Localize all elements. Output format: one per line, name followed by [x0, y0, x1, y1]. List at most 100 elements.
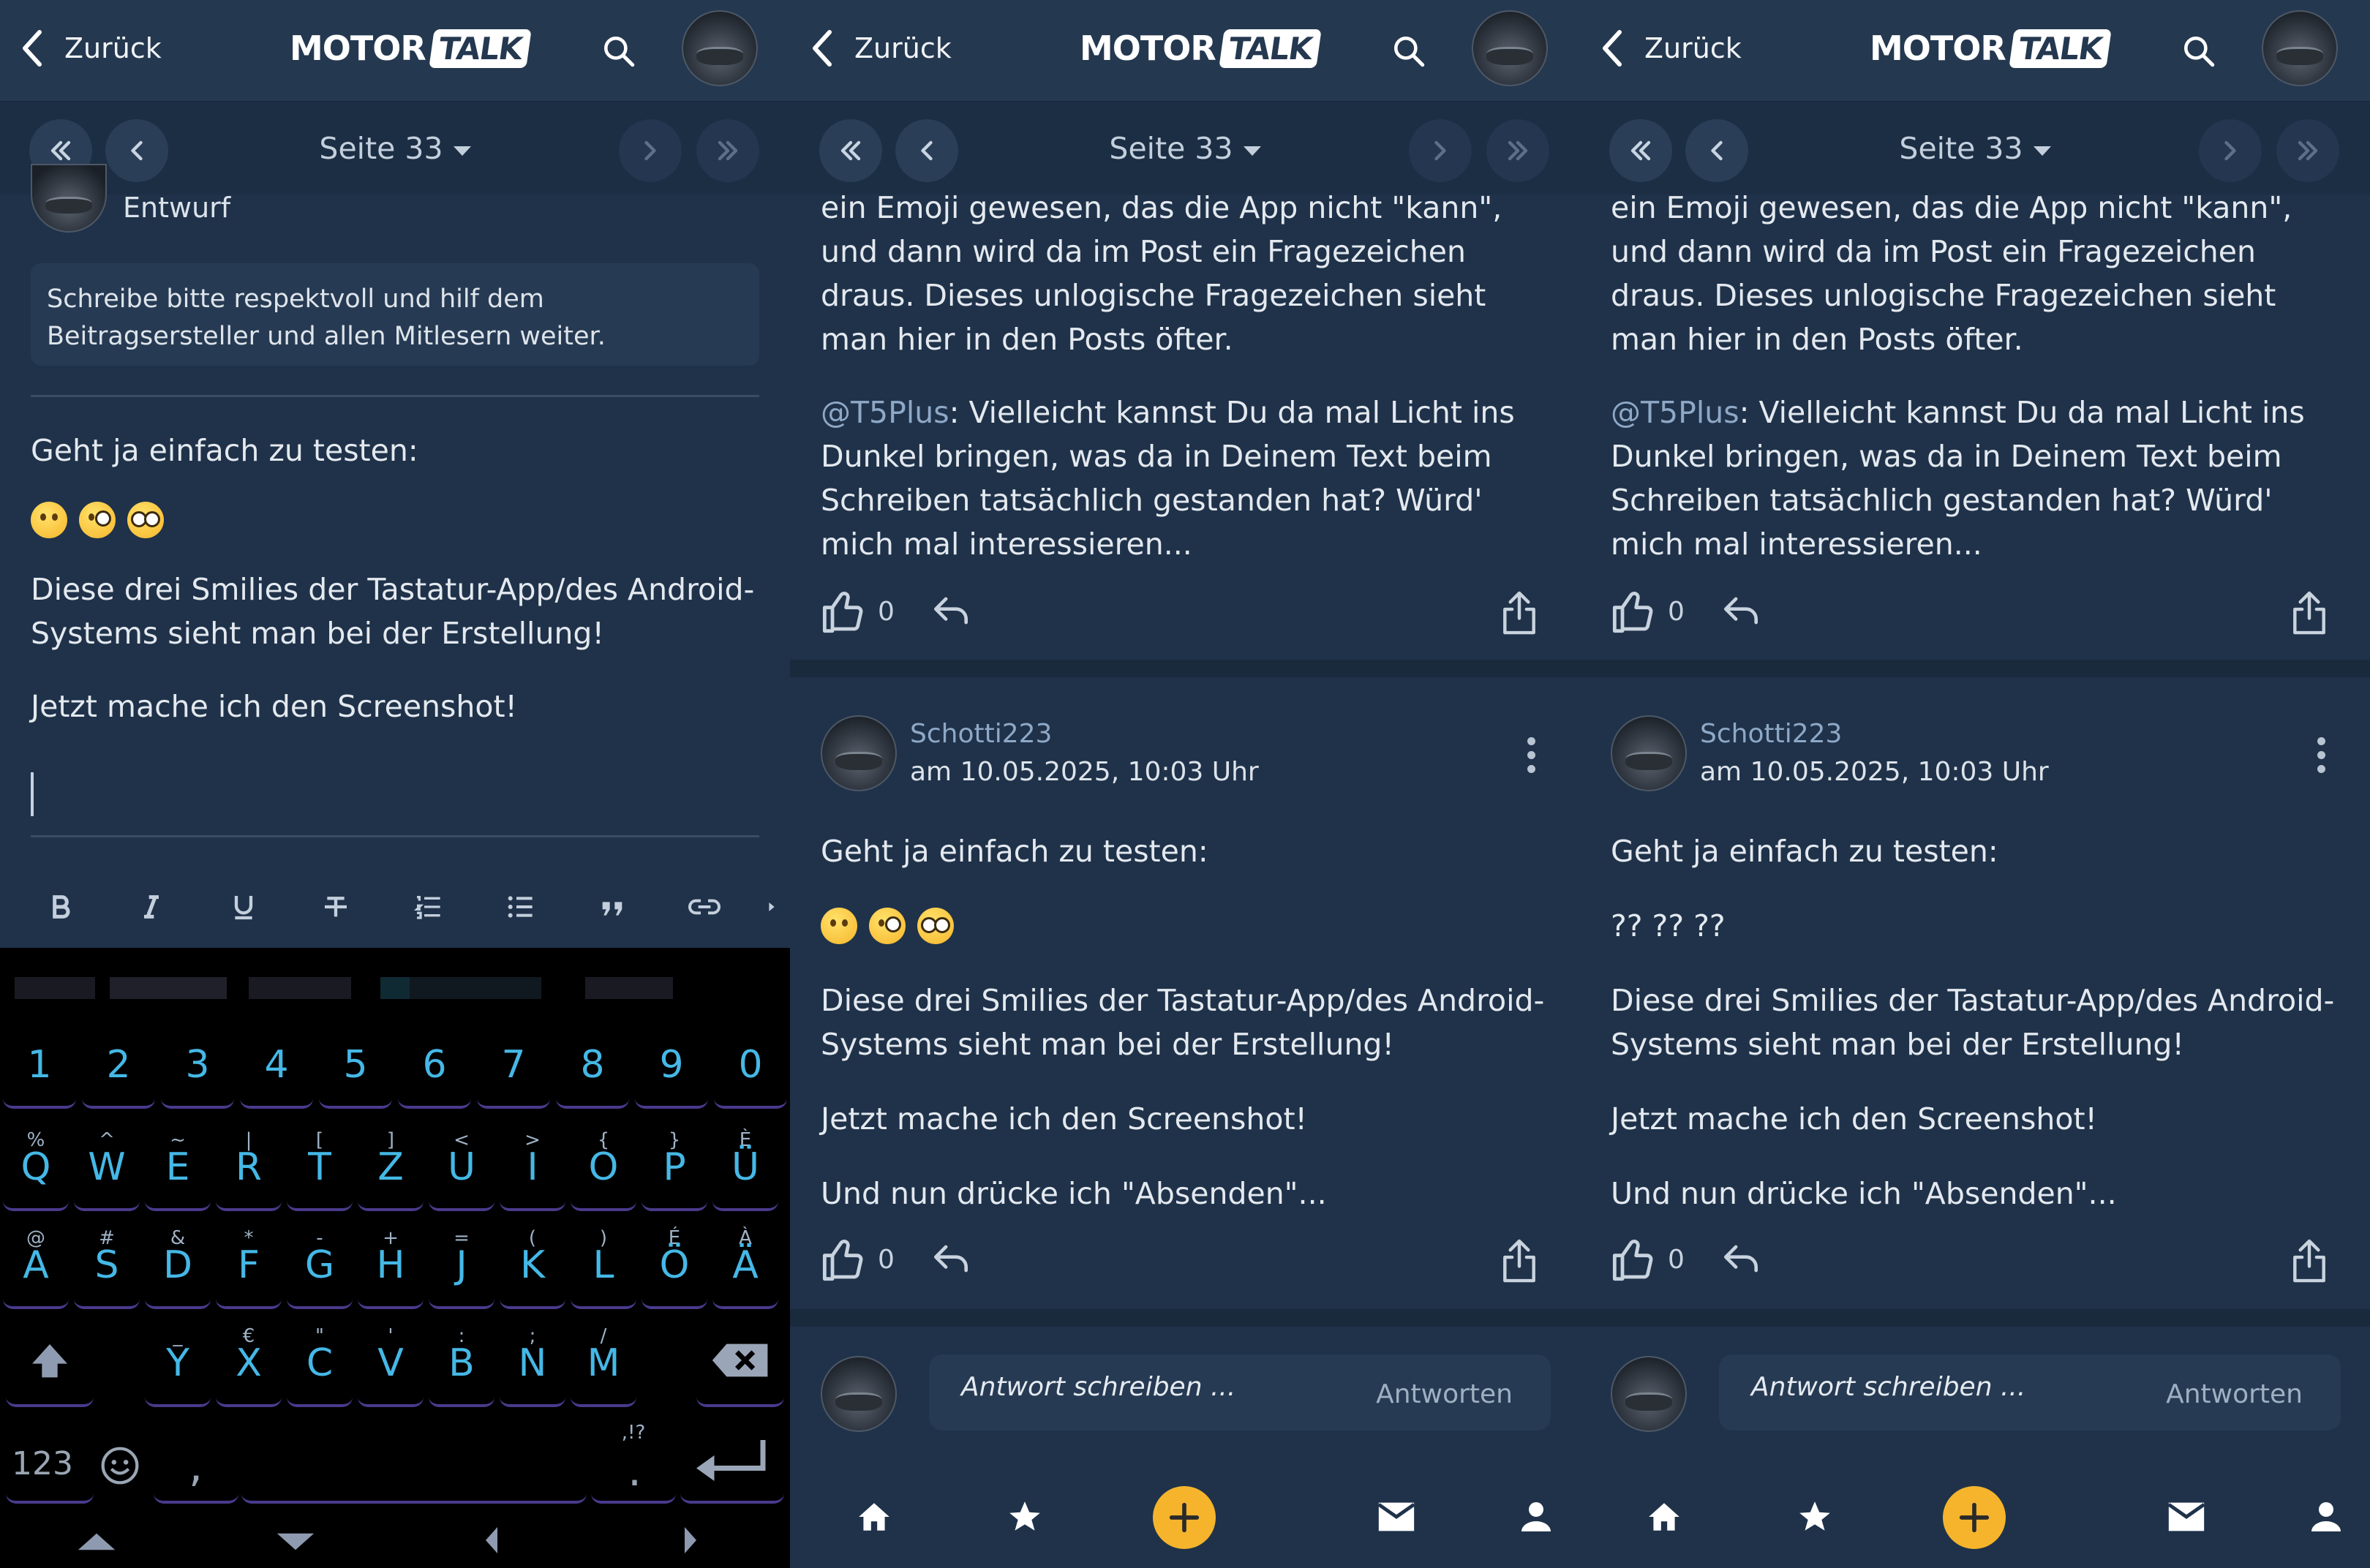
- key[interactable]: ~ E: [145, 1123, 211, 1211]
- share-button[interactable]: [1501, 1237, 1538, 1287]
- next-page-button[interactable]: [619, 119, 682, 182]
- reply-button[interactable]: [930, 594, 971, 630]
- nav-home[interactable]: [841, 1488, 907, 1546]
- link-button[interactable]: [679, 883, 730, 930]
- share-button[interactable]: [1501, 589, 1538, 639]
- key[interactable]: # S: [74, 1221, 140, 1309]
- reply-input[interactable]: Antwort schreiben ... Antworten: [929, 1354, 1551, 1431]
- editor-textarea[interactable]: Geht ja einfach zu testen: Diese drei Sm…: [31, 429, 762, 728]
- user-avatar[interactable]: [2262, 10, 2338, 86]
- key[interactable]: 0: [714, 1021, 787, 1109]
- reply-button[interactable]: [930, 1242, 971, 1278]
- nav-favorites[interactable]: [1782, 1488, 1848, 1546]
- key[interactable]: {O: [571, 1123, 636, 1211]
- nav-messages[interactable]: [1363, 1488, 1429, 1546]
- search-button[interactable]: [1380, 22, 1438, 80]
- back-button[interactable]: Zurück: [1598, 22, 1742, 75]
- bold-button[interactable]: [35, 883, 86, 930]
- new-post-button[interactable]: [1943, 1486, 2006, 1549]
- strikethrough-button[interactable]: [310, 883, 361, 930]
- like-button[interactable]: 0: [1611, 1237, 1685, 1281]
- key[interactable]: 9: [635, 1021, 708, 1109]
- reply-input[interactable]: Antwort schreiben ... Antworten: [1719, 1354, 2341, 1431]
- key[interactable]: ÉÖ: [642, 1221, 707, 1309]
- key[interactable]: | R: [216, 1123, 282, 1211]
- like-button[interactable]: 0: [821, 1237, 895, 1281]
- backspace-key[interactable]: [696, 1319, 784, 1407]
- key[interactable]: 6: [398, 1021, 471, 1109]
- nav-messages[interactable]: [2153, 1488, 2219, 1546]
- search-button[interactable]: [2170, 22, 2228, 80]
- nav-home[interactable]: [1631, 1488, 1697, 1546]
- key[interactable]: ÀÄ: [712, 1221, 778, 1309]
- underline-button[interactable]: [218, 883, 269, 930]
- search-button[interactable]: [590, 22, 648, 80]
- key[interactable]: ] Z: [358, 1123, 424, 1211]
- last-page-button[interactable]: [696, 119, 759, 182]
- share-button[interactable]: [2291, 1237, 2328, 1287]
- new-post-button[interactable]: [1153, 1486, 1216, 1549]
- reply-send-button[interactable]: Antworten: [2166, 1379, 2303, 1409]
- reply-button[interactable]: [1720, 1242, 1761, 1278]
- key[interactable]: _ Y: [145, 1319, 211, 1407]
- period-key[interactable]: ,!?.: [591, 1416, 676, 1504]
- key[interactable]: ' V: [358, 1319, 424, 1407]
- arrow-down-icon[interactable]: [275, 1531, 316, 1552]
- key[interactable]: (K: [500, 1221, 565, 1309]
- last-page-button[interactable]: [1486, 119, 1549, 182]
- key[interactable]: " C: [287, 1319, 353, 1407]
- user-mention-link[interactable]: @T5Plus: [821, 395, 949, 430]
- bullet-list-button[interactable]: [494, 883, 546, 930]
- back-button[interactable]: Zurück: [808, 22, 952, 75]
- key[interactable]: ^ W: [74, 1123, 140, 1211]
- key[interactable]: ) L: [571, 1221, 636, 1309]
- nav-profile[interactable]: [1514, 1488, 1558, 1546]
- key[interactable]: @ A: [3, 1221, 69, 1309]
- arrow-right-icon[interactable]: [683, 1526, 698, 1555]
- key[interactable]: / M: [571, 1319, 636, 1407]
- reply-send-button[interactable]: Antworten: [1376, 1379, 1513, 1409]
- author-name[interactable]: Schotti223: [1700, 715, 2049, 753]
- key[interactable]: 5: [319, 1021, 392, 1109]
- key[interactable]: 7: [477, 1021, 550, 1109]
- space-key[interactable]: [241, 1416, 587, 1504]
- key[interactable]: 4: [240, 1021, 313, 1109]
- key[interactable]: ; N: [500, 1319, 565, 1407]
- like-button[interactable]: 0: [1611, 589, 1685, 633]
- italic-button[interactable]: [126, 883, 177, 930]
- nav-favorites[interactable]: [992, 1488, 1058, 1546]
- key[interactable]: < U: [429, 1123, 494, 1211]
- suggestion-strip[interactable]: [0, 960, 790, 1014]
- numbers-key[interactable]: 123: [6, 1416, 139, 1504]
- key[interactable]: 2: [82, 1021, 155, 1109]
- key[interactable]: 1: [3, 1021, 76, 1109]
- key[interactable]: 3: [161, 1021, 234, 1109]
- key[interactable]: = J: [429, 1221, 494, 1309]
- key[interactable]: -G: [287, 1221, 353, 1309]
- key[interactable]: + H: [358, 1221, 424, 1309]
- key[interactable]: € X: [216, 1319, 282, 1407]
- quote-button[interactable]: [587, 883, 638, 930]
- key[interactable]: % Q: [3, 1123, 69, 1211]
- nav-profile[interactable]: [2304, 1488, 2348, 1546]
- arrow-up-icon[interactable]: [76, 1531, 117, 1552]
- reply-button[interactable]: [1720, 594, 1761, 630]
- author-avatar[interactable]: [1611, 715, 1687, 791]
- share-button[interactable]: [2291, 589, 2328, 639]
- key[interactable]: } P: [642, 1123, 707, 1211]
- post-menu-button[interactable]: [2317, 737, 2326, 779]
- toolbar-more-button[interactable]: [761, 883, 783, 930]
- post-menu-button[interactable]: [1527, 737, 1536, 779]
- next-page-button[interactable]: [1409, 119, 1472, 182]
- author-avatar[interactable]: [821, 715, 897, 791]
- comma-key[interactable]: ,: [154, 1416, 238, 1504]
- arrow-left-icon[interactable]: [484, 1526, 499, 1555]
- logo[interactable]: MOTOR TALK: [290, 19, 532, 78]
- key[interactable]: 8: [556, 1021, 629, 1109]
- enter-key[interactable]: [680, 1416, 784, 1504]
- logo[interactable]: MOTOR TALK: [1080, 19, 1322, 78]
- user-avatar[interactable]: [1472, 10, 1548, 86]
- author-name[interactable]: Schotti223: [910, 715, 1259, 753]
- numbered-list-button[interactable]: [402, 883, 454, 930]
- key[interactable]: [T: [287, 1123, 353, 1211]
